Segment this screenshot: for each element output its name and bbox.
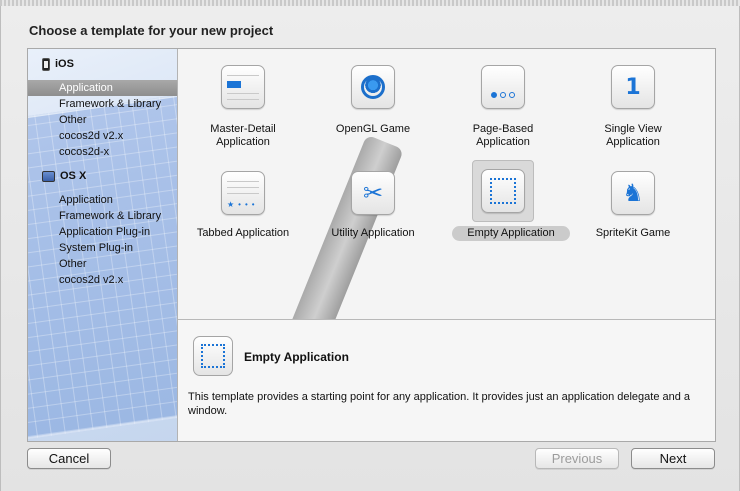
template-page-based[interactable]: Page-Based Application [438, 49, 568, 149]
template-panel: iOS Application Framework & Library Othe… [27, 48, 716, 442]
sidebar-item-ios-application[interactable]: Application [28, 80, 177, 96]
master-detail-icon [221, 65, 265, 109]
sidebar-item-osx-application[interactable]: Application [28, 192, 177, 208]
template-label: Page-Based [472, 123, 534, 135]
template-empty-application[interactable]: Empty Application [438, 153, 570, 253]
mac-finder-icon [42, 170, 55, 182]
sidebar-item-osx-framework-library[interactable]: Framework & Library [28, 208, 177, 224]
sidebar-group-ios: iOS [42, 56, 74, 72]
sidebar-item-osx-cocos2d-v2[interactable]: cocos2d v2.x [28, 272, 177, 288]
template-label: Empty Application [452, 226, 570, 241]
tabbed-icon: ★ • • • [221, 171, 265, 215]
template-label: Utility Application [331, 227, 415, 239]
sidebar-item-ios-framework-library[interactable]: Framework & Library [28, 96, 177, 112]
page-based-icon [481, 65, 525, 109]
template-label: SpriteKit Game [595, 227, 671, 239]
sidebar-item-osx-other[interactable]: Other [28, 256, 177, 272]
template-spritekit-game[interactable]: ♞ SpriteKit Game [568, 153, 698, 253]
sidebar-item-osx-application-plugin[interactable]: Application Plug-in [28, 224, 177, 240]
sidebar-item-osx-system-plugin[interactable]: System Plug-in [28, 240, 177, 256]
template-single-view[interactable]: 1 Single View Application [568, 49, 698, 149]
sidebar-item-ios-cocos2d-x[interactable]: cocos2d-x [28, 144, 177, 160]
iphone-icon [42, 57, 50, 71]
dialog-title: Choose a template for your new project [29, 23, 274, 38]
empty-app-icon [481, 169, 525, 213]
template-label: Single View [604, 123, 662, 135]
template-tabbed[interactable]: ★ • • • Tabbed Application [178, 153, 308, 253]
template-opengl-game[interactable]: OpenGL Game [308, 49, 438, 149]
cancel-button[interactable]: Cancel [27, 448, 111, 469]
template-grid: Master-Detail Application OpenGL Game Pa… [178, 49, 715, 441]
template-label: Tabbed Application [196, 227, 290, 239]
sidebar-group-label: OS X [60, 170, 87, 182]
next-button[interactable]: Next [631, 448, 715, 469]
sidebar-group-label: iOS [55, 58, 74, 70]
description-text: This template provides a starting point … [188, 391, 691, 417]
opengl-icon [351, 65, 395, 109]
sidebar-group-osx: OS X [42, 168, 86, 184]
previous-button[interactable]: Previous [535, 448, 619, 469]
sidebar-item-ios-other[interactable]: Other [28, 112, 177, 128]
utility-icon: ✂ [351, 171, 395, 215]
sidebar-item-ios-cocos2d-v2[interactable]: cocos2d v2.x [28, 128, 177, 144]
template-utility[interactable]: ✂ Utility Application [308, 153, 438, 253]
template-label: Master-Detail [210, 123, 276, 135]
template-label: Application [216, 136, 270, 148]
spritekit-icon: ♞ [611, 171, 655, 215]
description-title: Empty Application [244, 350, 349, 364]
template-description: Empty Application This template provides… [178, 319, 715, 441]
empty-app-icon [193, 336, 233, 376]
single-view-icon: 1 [611, 65, 655, 109]
template-label: OpenGL Game [335, 123, 411, 135]
template-label: Application [606, 136, 660, 148]
new-project-sheet: Choose a template for your new project i… [0, 6, 740, 491]
template-master-detail[interactable]: Master-Detail Application [178, 49, 308, 149]
platform-sidebar: iOS Application Framework & Library Othe… [28, 49, 178, 441]
template-label: Application [476, 136, 530, 148]
